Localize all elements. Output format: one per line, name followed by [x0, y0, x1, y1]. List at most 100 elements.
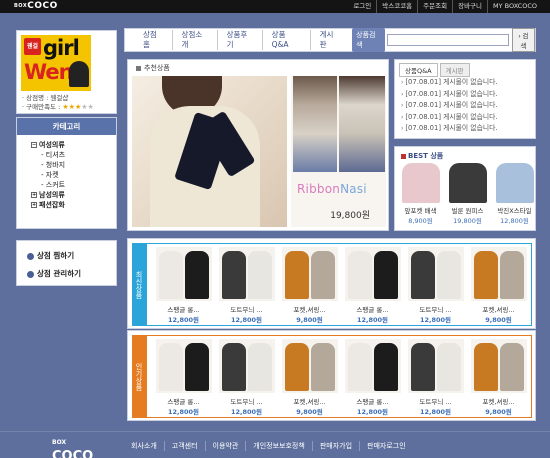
product-item[interactable]: 스팽글 롱... 12,800원: [341, 247, 404, 324]
product-image-left: [158, 251, 183, 299]
best-item[interactable]: 박진X스타일 12,800원: [492, 163, 537, 225]
arrow-icon: ›: [401, 125, 404, 132]
product-item[interactable]: 포켓,셔링... 9,800원: [278, 339, 341, 416]
product-item[interactable]: 도트무늬 ... 12,800원: [404, 247, 467, 324]
category-item[interactable]: - 스커트: [31, 180, 116, 190]
footer-link[interactable]: 개인정보보호정책: [245, 441, 312, 451]
brand-part-2: Nasi: [340, 182, 367, 196]
shop-logo[interactable]: 웬걸 girl Wen: [21, 35, 91, 91]
featured-price: 19,800원: [330, 211, 370, 221]
footer-link[interactable]: 고객센터: [163, 441, 205, 451]
nav-item[interactable]: 상점홈: [125, 30, 172, 50]
product-item[interactable]: 포켓,셔링... 9,800원: [467, 339, 530, 416]
footer-link[interactable]: 회사소개: [124, 441, 164, 451]
qa-row[interactable]: › [07.08.01] 게시물이 없습니다.: [401, 89, 497, 101]
featured-title: 추천상품: [136, 63, 170, 73]
qa-row[interactable]: › [07.08.01] 게시물이 없습니다.: [401, 112, 497, 124]
bullet-icon: [27, 270, 34, 278]
tab-board[interactable]: 게시판: [439, 63, 470, 77]
tab-qa[interactable]: 상품Q&A: [399, 63, 438, 77]
search-input[interactable]: [387, 34, 509, 46]
product-item[interactable]: 포켓,셔링... 9,800원: [467, 247, 530, 324]
expand-icon: +: [31, 192, 37, 198]
manage-shop-button[interactable]: 상점 관리하기: [27, 265, 116, 283]
product-image-left: [221, 251, 246, 299]
nav-item[interactable]: 상품Q&A: [261, 30, 310, 50]
product-price: 12,800원: [356, 316, 389, 324]
featured-brand: RibbonNasi: [297, 182, 367, 196]
footer: BOX COCO 회사소개 고객센터 이용약관 개인정보보호정책 판매자가입 판매자로그인: [0, 431, 550, 458]
top-link[interactable]: 장바구니: [452, 0, 487, 13]
shop-nav: 상점홈 상점소개 상품후기 상품Q&A 게시판 상품검색 › 검색: [124, 28, 536, 52]
featured-side[interactable]: RibbonNasi 19,800원: [291, 76, 386, 227]
category-item[interactable]: − 여성의류: [31, 140, 116, 150]
popular-products-list: 스팽글 롱... 12,800원 도트무늬 ... 12,800원 포켓,셔링... 9,…: [152, 339, 530, 416]
product-image-left: [347, 343, 372, 391]
category-item[interactable]: - 청바지: [31, 160, 116, 170]
best-item-price: 8,900원: [408, 217, 433, 225]
product-image-right: [184, 343, 209, 391]
search-button[interactable]: › 검색: [511, 28, 536, 52]
top-link[interactable]: 로그인: [348, 0, 376, 13]
footer-link[interactable]: 판매자로그인: [359, 441, 413, 451]
footer-logo-prefix: BOX: [52, 439, 67, 446]
best-item-name: 앞포켓 배색: [404, 207, 437, 215]
footer-logo[interactable]: BOX COCO: [52, 436, 93, 458]
footer-link[interactable]: 판매자가입: [311, 441, 359, 451]
category-item[interactable]: + 남성의류: [31, 190, 116, 200]
product-price: 12,800원: [167, 316, 200, 324]
best-item[interactable]: 앞포켓 배색 8,900원: [398, 163, 443, 225]
footer-logo-text: COCO: [52, 449, 94, 458]
category-item-label: 여성의류: [39, 141, 65, 149]
footer-links: 회사소개 고객센터 이용약관 개인정보보호정책 판매자가입 판매자로그인: [124, 441, 413, 451]
search-button-label: 검색: [520, 33, 529, 50]
product-item[interactable]: 스팽글 롱... 12,800원: [152, 339, 215, 416]
product-image-right: [310, 343, 335, 391]
top-link[interactable]: 주문조회: [417, 0, 452, 13]
product-price: 12,800원: [419, 316, 452, 324]
product-item[interactable]: 포켓,셔링... 9,800원: [278, 247, 341, 324]
product-image-left: [473, 251, 498, 299]
category-item[interactable]: - 자켓: [31, 170, 116, 180]
wishlist-shop-button[interactable]: 상점 찜하기: [27, 247, 116, 265]
featured-main-image[interactable]: [132, 76, 287, 227]
product-name: 포켓,셔링...: [482, 398, 515, 406]
site-logo[interactable]: BOXCOCO: [14, 0, 58, 13]
rating-stars-icon: ★★★★★: [62, 103, 93, 111]
featured-product: 추천상품 RibbonNasi 19,800원: [127, 59, 389, 231]
top-link[interactable]: MY BOXCOCO: [487, 0, 542, 13]
product-item[interactable]: 도트무늬 ... 12,800원: [215, 247, 278, 324]
product-image-left: [158, 343, 183, 391]
product-name: 도트무늬 ...: [230, 306, 263, 314]
qa-row[interactable]: › [07.08.01] 게시물이 없습니다.: [401, 100, 497, 112]
product-name: 스팽글 롱...: [356, 306, 389, 314]
nav-item[interactable]: 상품후기: [216, 30, 262, 50]
product-image: [281, 247, 338, 301]
best-item[interactable]: 벌룬 원피스 19,800원: [445, 163, 490, 225]
nav-item[interactable]: 게시판: [309, 30, 349, 50]
category-item[interactable]: + 패션잡화: [31, 200, 116, 210]
top-link[interactable]: 박스코코홈: [376, 0, 417, 13]
product-name: 스팽글 롱...: [167, 306, 200, 314]
category-item-label: 남성의류: [39, 191, 65, 199]
category-item[interactable]: - 티셔츠: [31, 150, 116, 160]
footer-link[interactable]: 이용약관: [204, 441, 246, 451]
product-name: 도트무늬 ...: [230, 398, 263, 406]
product-item[interactable]: 스팽글 롱... 12,800원: [152, 247, 215, 324]
product-image-left: [284, 343, 309, 391]
product-image-left: [473, 343, 498, 391]
new-products-panel: 최신상품 스팽글 롱... 12,800원 도트무늬 ... 12,800원 포켓,셔링…: [127, 238, 536, 329]
category-panel: 카테고리 − 여성의류 - 티셔츠 - 청바지 - 자켓 - 스커트 + 남성의류 + 패션잡화: [16, 117, 117, 229]
best-title-text: BEST 상품: [408, 152, 444, 160]
product-item[interactable]: 도트무늬 ... 12,800원: [404, 339, 467, 416]
product-item[interactable]: 도트무늬 ... 12,800원: [215, 339, 278, 416]
qa-row[interactable]: › [07.08.01] 게시물이 없습니다.: [401, 123, 497, 135]
bullet-icon: [136, 65, 141, 71]
featured-title-text: 추천상품: [144, 64, 170, 72]
nav-item[interactable]: 상점소개: [171, 30, 217, 50]
product-item[interactable]: 스팽글 롱... 12,800원: [341, 339, 404, 416]
qa-row-text: [07.08.01] 게시물이 없습니다.: [405, 112, 498, 121]
qa-row[interactable]: › [07.08.01] 게시물이 없습니다.: [401, 77, 497, 89]
qa-row-text: [07.08.01] 게시물이 없습니다.: [405, 89, 498, 98]
best-item-name: 벌룬 원피스: [451, 207, 484, 215]
